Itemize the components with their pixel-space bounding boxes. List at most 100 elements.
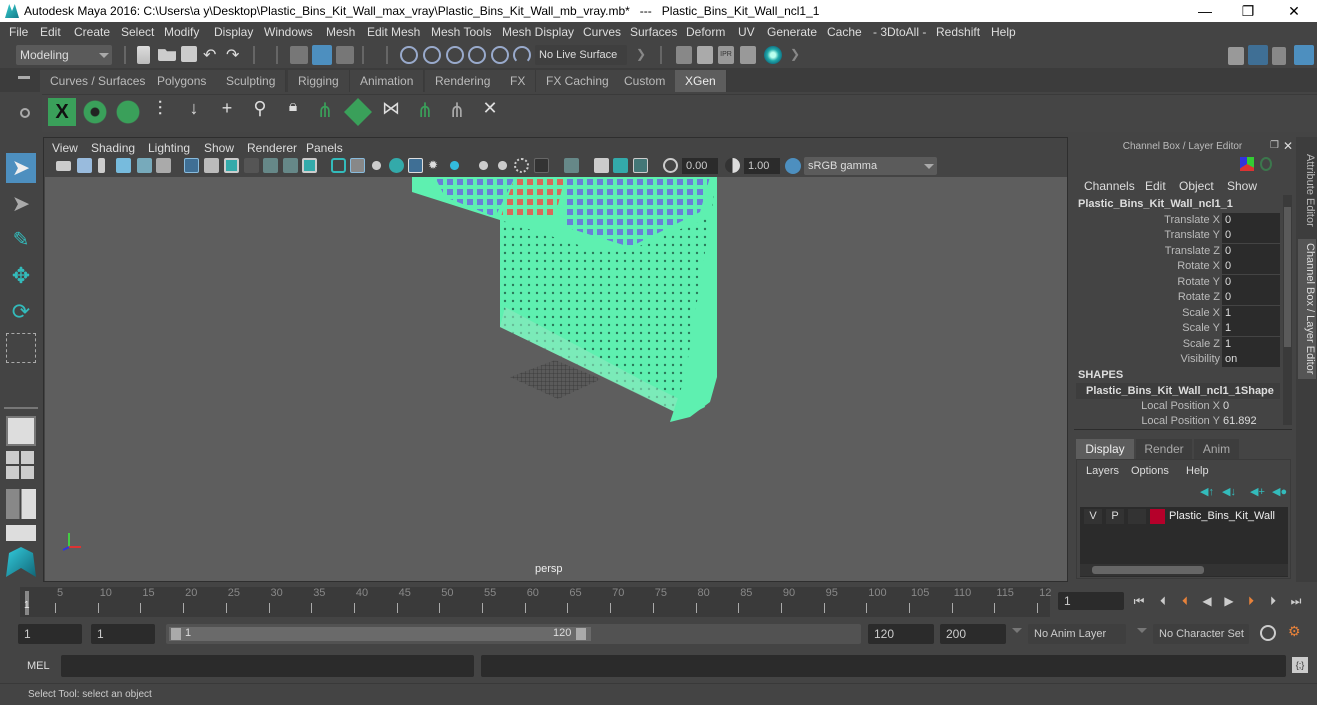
xgen-editor-icon[interactable]: X [48, 98, 76, 126]
channel-label[interactable]: Scale X [1070, 307, 1220, 319]
step-forward-key-icon[interactable]: ⏵ [1244, 594, 1258, 608]
image-plane-icon[interactable] [116, 158, 131, 173]
viewport-menu-view[interactable]: View [52, 141, 78, 155]
channel-label[interactable]: Scale Y [1070, 322, 1220, 334]
xgen-create-description-icon[interactable]: ⫶ [146, 98, 174, 126]
layer-display-type-toggle[interactable] [1128, 509, 1146, 524]
grid-toggle-icon[interactable] [184, 158, 199, 173]
xgen-lock-guide-icon[interactable]: 🔒︎ [279, 98, 307, 126]
play-backwards-icon[interactable]: ◀ [1200, 594, 1214, 608]
layer-menu-help[interactable]: Help [1186, 465, 1209, 477]
shape-name[interactable]: Plastic_Bins_Kit_Wall_ncl1_1Shape [1076, 383, 1280, 399]
shape-channel-label[interactable]: Local Position X [1070, 400, 1220, 412]
channel-label[interactable]: Translate X [1070, 214, 1220, 226]
xgen-clear-preview-icon[interactable] [114, 98, 142, 126]
snap-to-surface-icon[interactable] [491, 46, 509, 64]
bookmark-icon[interactable] [98, 158, 105, 173]
range-end-handle[interactable] [576, 628, 586, 640]
menu-curves[interactable]: Curves [583, 25, 621, 39]
shelf-settings-icon[interactable] [20, 108, 30, 118]
current-frame-field[interactable]: 1 [1058, 592, 1124, 610]
cb-menu-show[interactable]: Show [1227, 179, 1257, 193]
channel-value[interactable]: 1 [1222, 321, 1280, 336]
layer-color-swatch[interactable] [1150, 509, 1165, 524]
float-panel-icon[interactable]: ❐ [1270, 140, 1279, 151]
range-slider-track[interactable]: 1 120 [166, 624, 861, 644]
layer-tab-anim[interactable]: Anim [1194, 439, 1239, 459]
xgen-bend-icon[interactable]: ⋈ [377, 98, 405, 126]
channel-value[interactable]: 0 [1222, 290, 1280, 305]
field-chart-icon[interactable] [263, 158, 278, 173]
layer-playback-toggle[interactable]: P [1106, 509, 1124, 524]
menu-help[interactable]: Help [991, 25, 1016, 39]
anti-aliasing-icon[interactable] [514, 158, 529, 173]
xray-joints-icon[interactable] [613, 158, 628, 173]
shelf-tab-fx[interactable]: FX [500, 70, 537, 92]
modeling-toolkit-icon[interactable] [1228, 47, 1244, 65]
go-to-end-icon[interactable]: ⏭ [1289, 594, 1303, 608]
channel-label[interactable]: Translate Z [1070, 245, 1220, 257]
layer-name[interactable]: Plastic_Bins_Kit_Wall [1169, 510, 1275, 522]
cb-menu-object[interactable]: Object [1179, 179, 1214, 193]
xgen-add-guide-icon[interactable]: + [213, 98, 241, 126]
layer-list-hscrollbar[interactable] [1080, 564, 1288, 576]
menu-edit[interactable]: Edit [40, 25, 61, 39]
playback-start-field[interactable]: 1 [91, 624, 155, 644]
menu-redshift[interactable]: Redshift [936, 25, 980, 39]
select-by-hierarchy-icon[interactable] [290, 46, 308, 64]
layer-visibility-toggle[interactable]: V [1084, 509, 1102, 524]
wireframe-on-shaded-icon[interactable] [408, 158, 423, 173]
select-by-component-icon[interactable] [336, 46, 354, 64]
channel-value[interactable]: 0 [1222, 259, 1280, 274]
move-layer-down-icon[interactable]: ◀↓ [1222, 485, 1236, 498]
viewport-menu-shading[interactable]: Shading [91, 141, 135, 155]
paint-select-tool-icon[interactable]: ✎ [6, 225, 36, 255]
layer-menu-options[interactable]: Options [1131, 465, 1169, 477]
channel-value[interactable]: 0 [1222, 244, 1280, 259]
end-time-field[interactable]: 200 [940, 624, 1006, 644]
character-set-dropdown-arrow-icon[interactable] [1137, 628, 1147, 633]
manipulator-icon[interactable] [1240, 157, 1254, 171]
select-tool-icon[interactable]: ➤ [6, 153, 36, 183]
two-pane-layout-icon[interactable] [6, 489, 36, 519]
collapse-arrow-icon[interactable]: ❯ [636, 47, 646, 61]
channel-label[interactable]: Rotate Y [1070, 276, 1220, 288]
script-editor-icon[interactable]: {;} [1292, 657, 1308, 673]
layer-tab-render[interactable]: Render [1136, 439, 1192, 459]
menu-file[interactable]: File [9, 25, 28, 39]
move-layer-up-icon[interactable]: ◀↑ [1200, 485, 1214, 498]
menu-modify[interactable]: Modify [164, 25, 199, 39]
motion-blur-icon[interactable] [495, 158, 510, 173]
grease-pencil-icon[interactable] [156, 158, 171, 173]
menu-edit-mesh[interactable]: Edit Mesh [367, 25, 420, 39]
xgen-delete-guide-icon[interactable]: ✕ [476, 98, 504, 126]
new-scene-icon[interactable] [137, 46, 150, 64]
isolate-select-icon[interactable] [564, 158, 579, 173]
scale-tool-icon[interactable] [6, 333, 36, 363]
shadows-icon[interactable] [447, 158, 462, 173]
viewport-menu-lighting[interactable]: Lighting [148, 141, 190, 155]
close-button[interactable]: ✕ [1279, 2, 1309, 20]
range-start-handle[interactable] [171, 628, 181, 640]
menu-mesh-display[interactable]: Mesh Display [502, 25, 574, 39]
scrollbar-thumb[interactable] [1092, 566, 1204, 574]
color-management-toggle-icon[interactable] [785, 158, 801, 174]
new-layer-selected-icon[interactable]: ◀● [1272, 485, 1287, 498]
smooth-shade-icon[interactable] [350, 158, 365, 173]
stacked-pane-layout-icon[interactable] [6, 525, 36, 541]
menu-mesh-tools[interactable]: Mesh Tools [431, 25, 491, 39]
shelf-tab-animation[interactable]: Animation [350, 70, 425, 92]
channel-box-scrollbar[interactable] [1283, 195, 1292, 425]
menu-generate[interactable]: Generate [767, 25, 817, 39]
collapse-arrow-icon[interactable]: ❯ [790, 47, 800, 61]
select-by-object-icon[interactable] [312, 45, 332, 65]
live-surface-field[interactable]: No Live Surface [535, 45, 627, 65]
menu-mesh[interactable]: Mesh [326, 25, 355, 39]
render-current-frame-icon[interactable] [697, 46, 713, 64]
menu-windows[interactable]: Windows [264, 25, 313, 39]
safe-action-icon[interactable] [283, 158, 298, 173]
menu-deform[interactable]: Deform [686, 25, 725, 39]
shelf-menu-icon[interactable] [18, 76, 30, 79]
channel-value[interactable]: 0 [1222, 275, 1280, 290]
channel-label[interactable]: Rotate Z [1070, 291, 1220, 303]
